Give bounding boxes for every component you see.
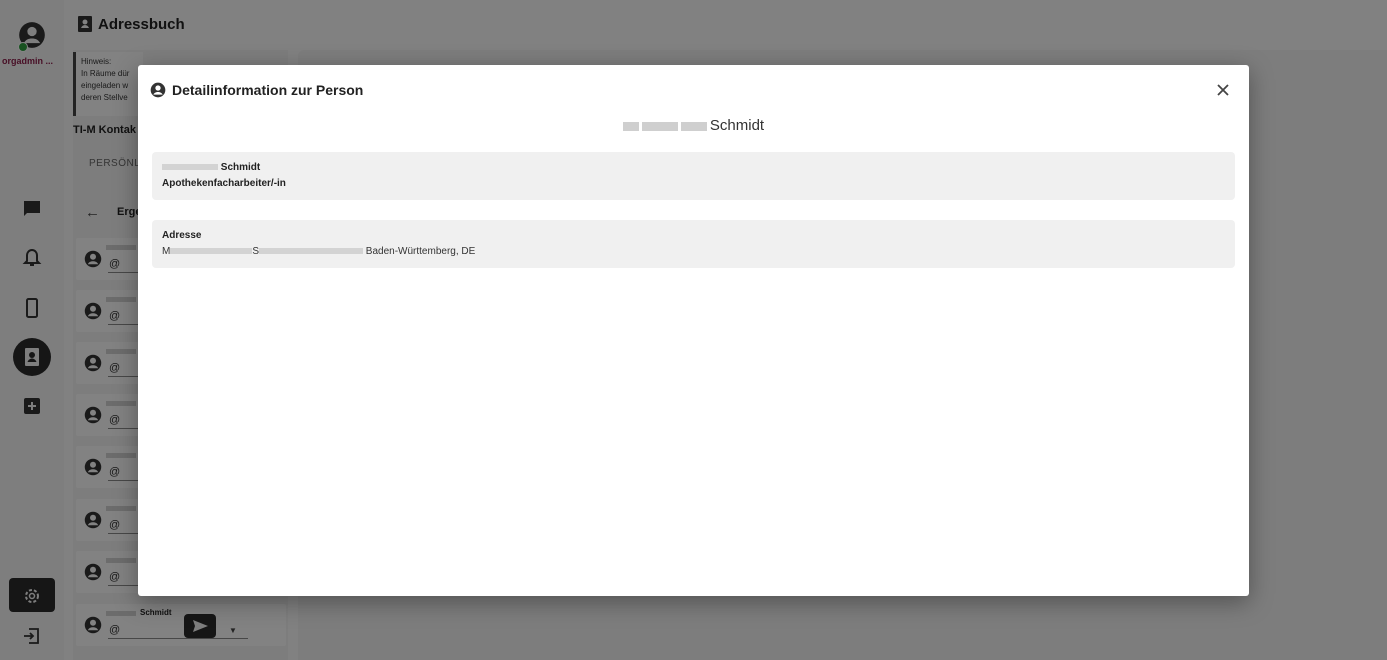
address-info-box: Adresse M S Baden-Württemberg, DE xyxy=(152,220,1235,268)
address-label: Adresse xyxy=(162,230,202,241)
name-line: Schmidt xyxy=(162,162,260,173)
person-last-name: Schmidt xyxy=(709,117,765,134)
close-icon[interactable] xyxy=(1213,80,1233,100)
address-line: M S Baden-Württemberg, DE xyxy=(162,246,475,257)
profession: Apothekenfacharbeiter/-in xyxy=(162,178,286,189)
redacted-text xyxy=(622,121,639,131)
redacted-text xyxy=(259,248,364,255)
person-icon xyxy=(150,82,166,98)
address-mid: S xyxy=(252,246,260,257)
address-region: Baden-Württemberg, DE xyxy=(365,246,476,257)
redacted-text xyxy=(170,248,253,255)
name-line-last: Schmidt xyxy=(220,162,261,173)
dialog-title: Detailinformation zur Person xyxy=(172,82,364,98)
redacted-text xyxy=(162,164,218,171)
person-detail-dialog: Detailinformation zur Person Schmidt Sch… xyxy=(138,65,1249,596)
redacted-text xyxy=(641,121,678,131)
person-heading: Schmidt xyxy=(138,117,1249,134)
person-info-box: Schmidt Apothekenfacharbeiter/-in xyxy=(152,152,1235,200)
redacted-text xyxy=(680,121,707,131)
address-prefix: M xyxy=(162,246,171,257)
